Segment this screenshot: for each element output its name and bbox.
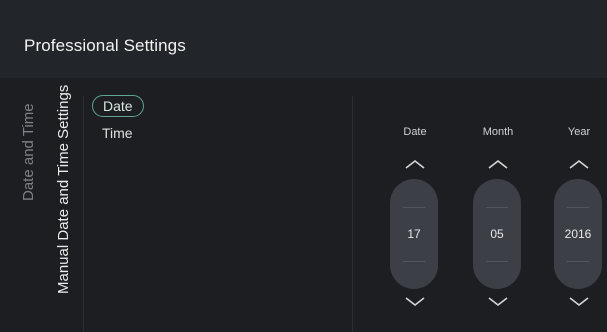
month-value-pill[interactable]: 05 [473,179,521,289]
chevron-up-icon[interactable] [486,157,510,171]
menu-item-date[interactable]: Date [92,95,144,117]
chevron-down-icon[interactable] [486,294,510,308]
year-value: 2016 [564,227,592,241]
chevron-down-icon[interactable] [567,294,591,308]
pill-divider [403,261,425,262]
page-title: Professional Settings [24,36,186,55]
menu-divider [83,96,84,332]
settings-panel: Date and Time Manual Date and Time Setti… [0,78,607,332]
breadcrumb-current: Manual Date and Time Settings [55,84,72,294]
date-picker-label: Date [403,126,427,138]
chevron-down-icon[interactable] [403,294,427,308]
pill-divider [567,261,589,262]
header-bar: Professional Settings [0,0,607,78]
pill-divider [486,261,508,262]
pill-divider [567,207,589,208]
date-value-pill[interactable]: 17 [390,179,438,289]
month-picker-label: Month [482,126,514,138]
menu-item-time[interactable]: Time [92,122,143,144]
year-picker-label: Year [567,126,591,138]
year-value-pill[interactable]: 2016 [554,179,602,289]
month-value: 05 [490,227,504,241]
date-value: 17 [407,227,421,241]
pill-divider [403,207,425,208]
picker-divider [352,96,353,332]
pill-divider [486,207,508,208]
breadcrumb-parent[interactable]: Date and Time [20,103,37,201]
chevron-up-icon[interactable] [403,157,427,171]
chevron-up-icon[interactable] [567,157,591,171]
